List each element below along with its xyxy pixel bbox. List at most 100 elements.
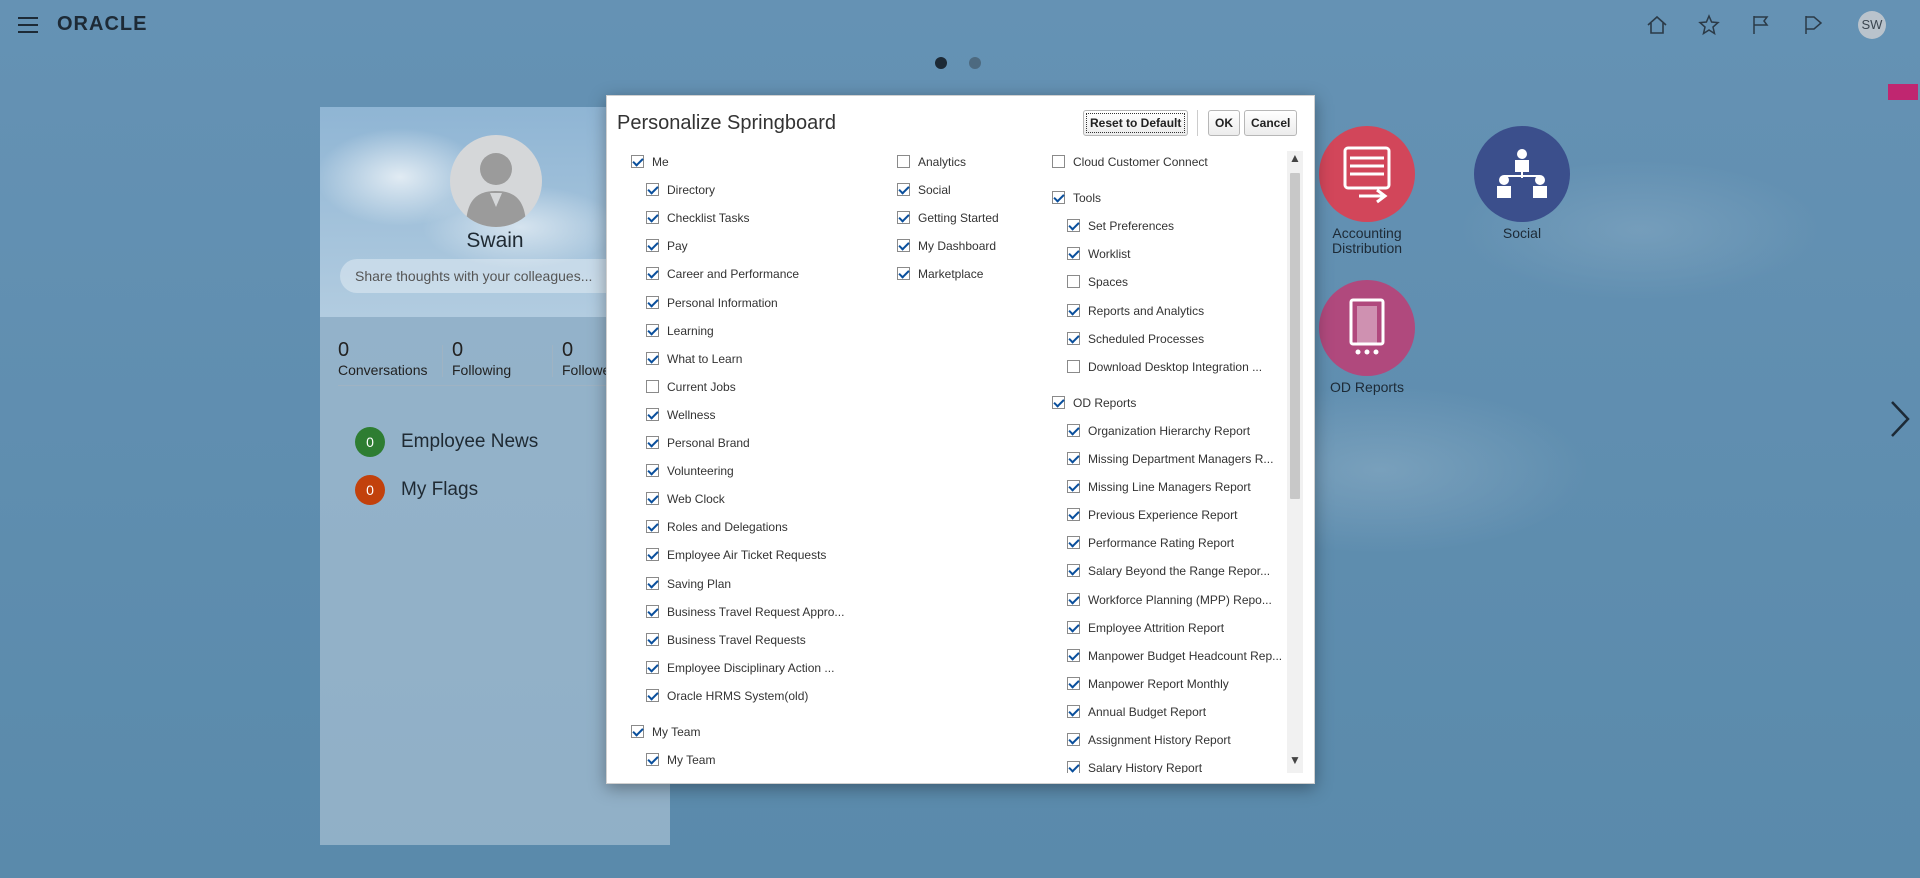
checkbox[interactable] (1052, 191, 1065, 204)
stat-followers[interactable]: 0 Followe (562, 339, 610, 379)
checkbox[interactable] (646, 464, 659, 477)
checkbox[interactable] (646, 753, 659, 766)
checkbox-label: Analytics (918, 155, 967, 169)
tile-social[interactable]: Social (1457, 126, 1587, 241)
divider (552, 345, 553, 377)
next-page-arrow-icon[interactable] (1888, 398, 1914, 440)
checkbox[interactable] (646, 211, 659, 224)
checkbox[interactable] (1067, 275, 1080, 288)
checkbox[interactable] (1067, 761, 1080, 773)
checkbox[interactable] (1067, 480, 1080, 493)
checkbox[interactable] (1052, 155, 1065, 168)
checkbox[interactable] (1067, 508, 1080, 521)
navigator-menu-icon[interactable] (18, 17, 38, 33)
page-dot-1[interactable] (935, 57, 947, 69)
checkbox[interactable] (1067, 649, 1080, 662)
checkbox[interactable] (646, 661, 659, 674)
checkbox[interactable] (646, 239, 659, 252)
checkbox[interactable] (646, 296, 659, 309)
checkbox[interactable] (646, 605, 659, 618)
checkbox[interactable] (631, 725, 644, 738)
arrow-flag-icon[interactable] (1800, 12, 1826, 38)
scroll-up-icon[interactable]: ▲ (1287, 151, 1303, 171)
checkbox[interactable] (1067, 677, 1080, 690)
checkbox[interactable] (897, 183, 910, 196)
dialog-title: Personalize Springboard (617, 112, 837, 134)
user-avatar[interactable]: SW (1858, 11, 1886, 39)
divider (442, 345, 443, 377)
checkbox[interactable] (646, 548, 659, 561)
ledger-icon (1319, 126, 1415, 222)
checkbox[interactable] (646, 633, 659, 646)
global-header: ORACLE SW (0, 0, 1920, 52)
scroll-down-icon[interactable]: ▼ (1287, 753, 1303, 773)
checkbox-label: Current Jobs (667, 380, 736, 394)
checkbox[interactable] (646, 520, 659, 533)
checkbox[interactable] (646, 380, 659, 393)
checkbox[interactable] (897, 211, 910, 224)
checkbox-label: Getting Started (918, 211, 999, 225)
checkbox-label: Personal Information (667, 296, 778, 310)
checkbox[interactable] (897, 239, 910, 252)
checkbox[interactable] (897, 155, 910, 168)
checkbox-label: Wellness (667, 408, 716, 422)
checkbox-label: Business Travel Requests (667, 633, 806, 647)
checkbox-label: Employee Disciplinary Action ... (667, 661, 835, 675)
checkbox-label: Directory (667, 183, 716, 197)
checkbox-label: Salary Beyond the Range Repor... (1088, 564, 1271, 578)
checkbox[interactable] (1052, 396, 1065, 409)
checkbox[interactable] (1067, 332, 1080, 345)
checkbox[interactable] (1067, 452, 1080, 465)
vertical-scrollbar[interactable]: ▲ ▼ (1287, 151, 1303, 773)
checkbox[interactable] (1067, 304, 1080, 317)
reset-to-default-button[interactable]: Reset to Default (1083, 110, 1189, 136)
checkbox[interactable] (1067, 536, 1080, 549)
home-icon[interactable] (1644, 12, 1670, 38)
scrollbar-thumb[interactable] (1290, 173, 1300, 499)
checkbox-label: Missing Line Managers Report (1088, 480, 1251, 494)
checkbox-label: Salary History Report (1088, 761, 1203, 773)
checkbox-label: Oracle HRMS System(old) (667, 689, 809, 703)
checkbox[interactable] (1067, 247, 1080, 260)
checkbox-label: Scheduled Processes (1088, 332, 1205, 346)
checkbox[interactable] (646, 492, 659, 505)
checkbox[interactable] (1067, 593, 1080, 606)
checkbox[interactable] (1067, 219, 1080, 232)
checkbox[interactable] (1067, 564, 1080, 577)
checkbox[interactable] (1067, 424, 1080, 437)
profile-avatar[interactable] (450, 135, 542, 227)
checkbox-label: Missing Department Managers R... (1088, 452, 1274, 466)
checkbox-label: Previous Experience Report (1088, 508, 1238, 522)
tile-accounting-distribution[interactable]: Accounting Distribution (1302, 126, 1432, 256)
checkbox[interactable] (646, 408, 659, 421)
star-icon[interactable] (1696, 12, 1722, 38)
ok-button[interactable]: OK (1208, 110, 1240, 136)
stat-following[interactable]: 0 Following (452, 339, 511, 379)
checkbox-label: Spaces (1088, 275, 1129, 289)
checkbox[interactable] (646, 689, 659, 702)
checkbox[interactable] (646, 577, 659, 590)
checkbox-label: My Team (667, 753, 716, 767)
page-dot-2[interactable] (969, 57, 981, 69)
checkbox[interactable] (1067, 360, 1080, 373)
tile-od-reports[interactable]: OD Reports (1302, 280, 1432, 395)
settings-gear-icon[interactable] (1888, 84, 1918, 100)
checkbox[interactable] (631, 155, 644, 168)
cancel-button[interactable]: Cancel (1244, 110, 1298, 136)
checkbox-label: Social (918, 183, 951, 197)
checkbox[interactable] (1067, 705, 1080, 718)
checkbox[interactable] (646, 436, 659, 449)
checkbox[interactable] (646, 352, 659, 365)
springboard-item-list[interactable]: Me Directory Checklist Tasks Pay Career and … (607, 146, 1287, 773)
checkbox-label: Organization Hierarchy Report (1088, 424, 1251, 438)
checkbox[interactable] (897, 267, 910, 280)
checkbox[interactable] (1067, 621, 1080, 634)
checkbox[interactable] (646, 324, 659, 337)
checkbox-label: Me (652, 155, 669, 169)
checkbox[interactable] (646, 267, 659, 280)
checkbox[interactable] (1067, 733, 1080, 746)
checkbox[interactable] (646, 183, 659, 196)
person-icon (466, 153, 526, 227)
stat-conversations[interactable]: 0 Conversations (338, 339, 428, 379)
flag-icon[interactable] (1748, 12, 1774, 38)
